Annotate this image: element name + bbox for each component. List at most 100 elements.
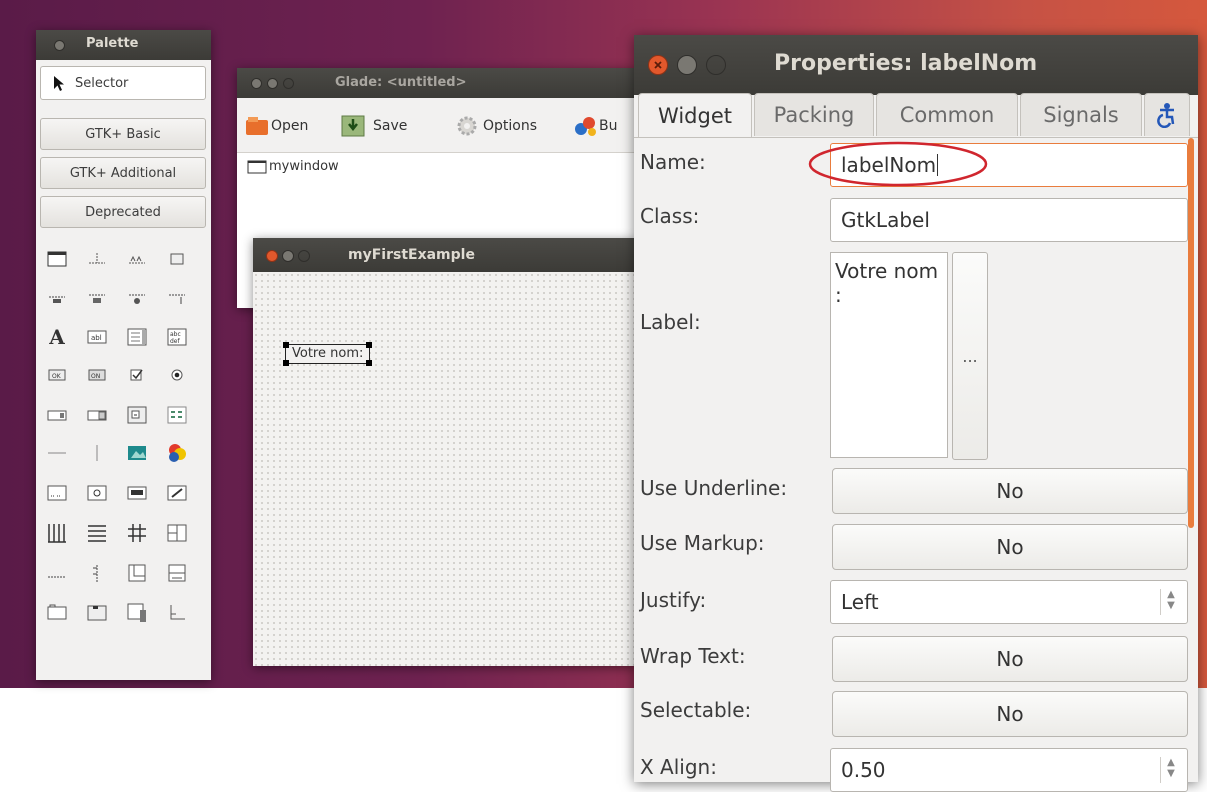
- paned-icon[interactable]: [166, 522, 188, 544]
- aspect-frame-icon[interactable]: [86, 602, 108, 624]
- button-box-icon[interactable]: [46, 562, 68, 584]
- tab-common[interactable]: Common: [876, 93, 1018, 136]
- calendar-icon[interactable]: [46, 482, 68, 504]
- offscreen-window-icon[interactable]: [86, 248, 108, 270]
- wrap-text-toggle[interactable]: No: [832, 636, 1188, 682]
- minimize-icon[interactable]: [282, 250, 294, 262]
- check-button-icon[interactable]: [126, 364, 148, 386]
- progress-bar-icon[interactable]: [126, 482, 148, 504]
- vertical-button-box-icon[interactable]: [86, 562, 108, 584]
- use-markup-toggle[interactable]: No: [832, 524, 1188, 570]
- text-view-icon[interactable]: [126, 326, 148, 348]
- xalign-spinbutton[interactable]: 0.50 ▲ ▼: [830, 748, 1188, 792]
- gear-icon: [457, 116, 477, 136]
- save-button[interactable]: Save: [341, 108, 407, 144]
- selectable-toggle[interactable]: No: [832, 691, 1188, 737]
- properties-titlebar[interactable]: Properties: labelNom: [634, 35, 1198, 95]
- resize-handle[interactable]: [366, 360, 373, 366]
- resize-handle[interactable]: [366, 342, 373, 348]
- selected-label-widget[interactable]: Votre nom:: [283, 342, 373, 366]
- options-button[interactable]: Options: [455, 108, 537, 144]
- color-button-icon[interactable]: [166, 442, 188, 464]
- svg-text:def: def: [170, 338, 181, 345]
- viewport-icon[interactable]: [166, 602, 188, 624]
- window-icon[interactable]: [46, 248, 68, 270]
- spin-button-icon[interactable]: [86, 404, 108, 426]
- label-textview[interactable]: Votre nom :: [830, 252, 948, 458]
- app-chooser-icon[interactable]: [166, 404, 188, 426]
- application-window-icon[interactable]: [126, 248, 148, 270]
- font-chooser-dialog-icon[interactable]: [166, 286, 188, 308]
- vertical-separator-icon[interactable]: [86, 442, 108, 464]
- minimize-icon[interactable]: [267, 78, 278, 89]
- selector-button[interactable]: Selector: [40, 66, 206, 100]
- group-deprecated[interactable]: Deprecated: [40, 196, 206, 228]
- combo-box-icon[interactable]: [126, 404, 148, 426]
- close-icon[interactable]: [266, 250, 278, 262]
- layout-icon[interactable]: [126, 562, 148, 584]
- class-field[interactable]: GtkLabel: [830, 198, 1188, 242]
- resize-handle[interactable]: [283, 360, 289, 366]
- tab-widget[interactable]: Widget: [638, 93, 752, 138]
- close-icon[interactable]: [648, 55, 668, 75]
- box-icon[interactable]: [46, 522, 68, 544]
- toggle-button-icon[interactable]: ON: [86, 364, 108, 386]
- label-text: Votre nom:: [292, 346, 364, 361]
- close-icon[interactable]: [54, 40, 65, 51]
- frame-icon[interactable]: [46, 602, 68, 624]
- file-chooser-button-icon[interactable]: [46, 404, 68, 426]
- file-chooser-dialog-icon[interactable]: [86, 286, 108, 308]
- group-gtk-additional[interactable]: GTK+ Additional: [40, 157, 206, 189]
- justify-combo[interactable]: Left ▲ ▼: [830, 580, 1188, 624]
- open-folder-icon: [246, 117, 268, 135]
- resize-handle[interactable]: [283, 342, 289, 348]
- svg-text:abl: abl: [91, 334, 102, 342]
- maximize-icon[interactable]: [283, 78, 294, 89]
- tree-item-mywindow[interactable]: mywindow: [247, 159, 339, 174]
- palette-titlebar[interactable]: Palette: [36, 30, 211, 60]
- separator-icon[interactable]: [46, 442, 68, 464]
- label-edit-button[interactable]: ...: [952, 252, 988, 460]
- class-value: GtkLabel: [841, 208, 930, 232]
- justify-label: Justify:: [640, 588, 707, 612]
- about-dialog-icon[interactable]: [46, 286, 68, 308]
- pointer-icon: [54, 76, 64, 91]
- tab-signals[interactable]: Signals: [1020, 93, 1142, 136]
- widget-grid: A abl abc def OK ON: [46, 240, 206, 670]
- link-button-icon[interactable]: [166, 482, 188, 504]
- drawing-area-icon[interactable]: [86, 482, 108, 504]
- example-titlebar[interactable]: myFirstExample: [253, 238, 637, 272]
- vertical-box-icon[interactable]: [86, 522, 108, 544]
- label-icon[interactable]: A: [46, 325, 68, 349]
- xalign-value: 0.50: [841, 758, 886, 782]
- glade-titlebar[interactable]: Glade: <untitled>: [237, 68, 637, 98]
- widget-properties-panel: Name: labelNom Class: GtkLabel Label: Vo…: [634, 137, 1198, 792]
- label-value: Votre nom :: [835, 259, 939, 307]
- grid-icon[interactable]: [126, 522, 148, 544]
- image-icon[interactable]: [126, 442, 148, 464]
- spin-text-icon[interactable]: abc def: [166, 326, 188, 348]
- button-icon[interactable]: OK: [46, 364, 68, 386]
- dialog-icon[interactable]: [166, 248, 188, 270]
- open-button[interactable]: Open: [245, 108, 308, 144]
- close-icon[interactable]: [251, 78, 262, 89]
- palette-window: Palette Selector GTK+ Basic GTK+ Additio…: [36, 30, 211, 680]
- tab-packing[interactable]: Packing: [754, 93, 874, 136]
- scrolled-window-icon[interactable]: [126, 602, 148, 624]
- notebook-icon[interactable]: [166, 562, 188, 584]
- radio-button-icon[interactable]: [166, 364, 188, 386]
- glade-title: Glade: <untitled>: [335, 75, 467, 90]
- tab-accessibility[interactable]: [1144, 93, 1190, 136]
- entry-icon[interactable]: abl: [86, 326, 108, 348]
- design-canvas[interactable]: Votre nom:: [253, 272, 637, 666]
- group-gtk-basic[interactable]: GTK+ Basic: [40, 118, 206, 150]
- color-chooser-dialog-icon[interactable]: [126, 286, 148, 308]
- build-button[interactable]: Bu: [573, 108, 617, 144]
- label-property-label: Label:: [640, 310, 701, 334]
- scrollbar[interactable]: [1188, 138, 1194, 528]
- minimize-icon[interactable]: [677, 55, 697, 75]
- build-label: Bu: [599, 118, 618, 134]
- maximize-icon[interactable]: [706, 55, 726, 75]
- maximize-icon[interactable]: [298, 250, 310, 262]
- use-underline-toggle[interactable]: No: [832, 468, 1188, 514]
